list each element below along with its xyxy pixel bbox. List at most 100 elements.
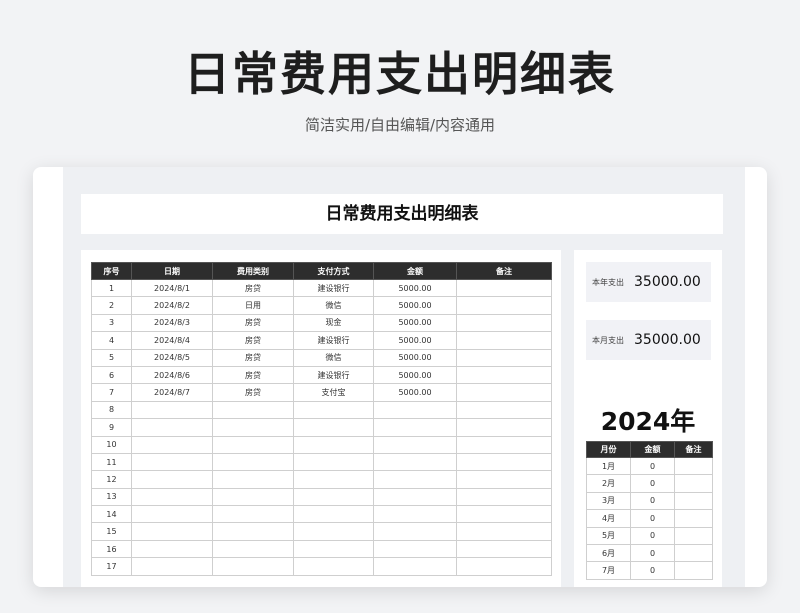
table-cell[interactable]: 微信: [293, 296, 374, 315]
table-cell[interactable]: 2月: [586, 474, 631, 493]
table-cell[interactable]: [293, 452, 374, 472]
table-cell[interactable]: 2024/8/7: [131, 383, 213, 402]
table-cell[interactable]: 2024/8/6: [131, 365, 213, 385]
table-cell[interactable]: 2024/8/5: [131, 348, 213, 367]
header-cell[interactable]: 备注: [674, 441, 713, 458]
table-cell[interactable]: [212, 452, 294, 472]
table-cell[interactable]: 0: [630, 474, 675, 493]
table-cell[interactable]: [293, 557, 374, 576]
table-cell[interactable]: [131, 400, 213, 420]
table-cell[interactable]: [373, 418, 457, 437]
table-cell[interactable]: [456, 296, 552, 315]
table-cell[interactable]: [212, 435, 294, 454]
table-cell[interactable]: [131, 522, 213, 541]
table-cell[interactable]: [456, 470, 552, 489]
table-cell[interactable]: [131, 418, 213, 437]
table-cell[interactable]: [293, 522, 374, 541]
header-cell[interactable]: 日期: [131, 262, 213, 280]
table-cell[interactable]: [456, 383, 552, 402]
table-cell[interactable]: 7: [91, 383, 132, 402]
table-cell[interactable]: 9: [91, 418, 132, 437]
table-cell[interactable]: [456, 539, 552, 559]
table-cell[interactable]: [456, 557, 552, 576]
table-cell[interactable]: 0: [630, 561, 675, 580]
table-cell[interactable]: 5000.00: [373, 278, 457, 298]
table-cell[interactable]: 12: [91, 470, 132, 489]
table-cell[interactable]: [212, 522, 294, 541]
table-cell[interactable]: 建设银行: [293, 331, 374, 350]
table-cell[interactable]: [674, 561, 713, 580]
table-cell[interactable]: [293, 435, 374, 454]
table-cell[interactable]: 5000.00: [373, 313, 457, 333]
month-total-value[interactable]: 35000.00: [634, 332, 701, 348]
year-total-value[interactable]: 35000.00: [634, 274, 701, 290]
table-cell[interactable]: [293, 470, 374, 489]
table-cell[interactable]: [456, 487, 552, 507]
table-cell[interactable]: 5000.00: [373, 348, 457, 367]
table-cell[interactable]: 房贷: [212, 365, 294, 385]
table-cell[interactable]: 1: [91, 278, 132, 298]
table-cell[interactable]: 5000.00: [373, 331, 457, 350]
table-cell[interactable]: 13: [91, 487, 132, 507]
table-cell[interactable]: [212, 539, 294, 559]
table-cell[interactable]: [456, 522, 552, 541]
table-cell[interactable]: [674, 543, 713, 563]
table-cell[interactable]: 0: [630, 491, 675, 511]
table-cell[interactable]: [373, 400, 457, 420]
table-cell[interactable]: 5月: [586, 526, 631, 545]
table-cell[interactable]: 16: [91, 539, 132, 559]
table-cell[interactable]: 15: [91, 522, 132, 541]
header-cell[interactable]: 序号: [91, 262, 132, 280]
table-cell[interactable]: [456, 505, 552, 524]
table-cell[interactable]: 2024/8/4: [131, 331, 213, 350]
table-cell[interactable]: [131, 452, 213, 472]
table-cell[interactable]: [212, 400, 294, 420]
table-cell[interactable]: [456, 418, 552, 437]
table-cell[interactable]: [674, 526, 713, 545]
table-cell[interactable]: 0: [630, 509, 675, 528]
table-cell[interactable]: 房贷: [212, 331, 294, 350]
table-cell[interactable]: [373, 487, 457, 507]
table-cell[interactable]: [293, 418, 374, 437]
table-cell[interactable]: 支付宝: [293, 383, 374, 402]
table-cell[interactable]: [456, 365, 552, 385]
table-cell[interactable]: [373, 539, 457, 559]
table-cell[interactable]: 0: [630, 526, 675, 545]
table-cell[interactable]: 11: [91, 452, 132, 472]
table-cell[interactable]: 8: [91, 400, 132, 420]
table-cell[interactable]: 5000.00: [373, 296, 457, 315]
table-cell[interactable]: [373, 522, 457, 541]
header-cell[interactable]: 备注: [456, 262, 552, 280]
header-cell[interactable]: 支付方式: [293, 262, 374, 280]
table-cell[interactable]: [674, 509, 713, 528]
table-cell[interactable]: [456, 452, 552, 472]
table-cell[interactable]: [373, 470, 457, 489]
table-cell[interactable]: [131, 435, 213, 454]
table-cell[interactable]: 6月: [586, 543, 631, 563]
table-cell[interactable]: [674, 456, 713, 476]
table-cell[interactable]: [131, 539, 213, 559]
table-cell[interactable]: [212, 418, 294, 437]
table-cell[interactable]: [456, 435, 552, 454]
table-cell[interactable]: [674, 491, 713, 511]
table-cell[interactable]: [373, 452, 457, 472]
header-cell[interactable]: 费用类别: [212, 262, 294, 280]
table-cell[interactable]: 房贷: [212, 278, 294, 298]
table-cell[interactable]: [373, 557, 457, 576]
table-cell[interactable]: 5: [91, 348, 132, 367]
table-cell[interactable]: [131, 557, 213, 576]
table-cell[interactable]: 建设银行: [293, 365, 374, 385]
table-cell[interactable]: 14: [91, 505, 132, 524]
table-cell[interactable]: [456, 313, 552, 333]
header-cell[interactable]: 月份: [586, 441, 631, 458]
table-cell[interactable]: 3月: [586, 491, 631, 511]
table-cell[interactable]: 0: [630, 456, 675, 476]
table-cell[interactable]: 10: [91, 435, 132, 454]
table-cell[interactable]: 2024/8/2: [131, 296, 213, 315]
table-cell[interactable]: [674, 474, 713, 493]
table-cell[interactable]: [212, 505, 294, 524]
table-cell[interactable]: 现金: [293, 313, 374, 333]
table-cell[interactable]: 7月: [586, 561, 631, 580]
table-cell[interactable]: 4: [91, 331, 132, 350]
table-cell[interactable]: [456, 400, 552, 420]
